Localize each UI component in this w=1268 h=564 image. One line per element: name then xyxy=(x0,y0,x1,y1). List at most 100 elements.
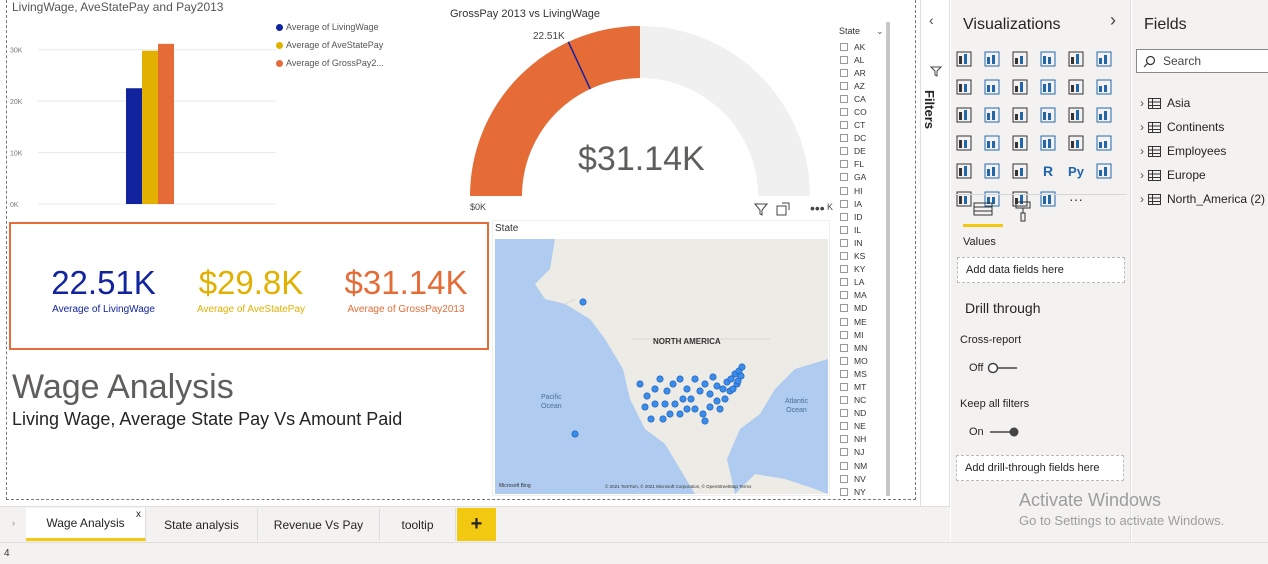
table-icon[interactable] xyxy=(981,160,1003,182)
map-visual[interactable]: State NORTH AMERICA Pacific Ocean Atlanti… xyxy=(492,220,830,496)
map-point[interactable] xyxy=(696,387,704,395)
slicer-item[interactable]: ID xyxy=(840,210,868,223)
tab-scroll-left-icon[interactable]: › xyxy=(12,518,15,528)
map-point[interactable] xyxy=(663,387,671,395)
cross-report-toggle[interactable]: Off xyxy=(969,362,1019,374)
slicer-item[interactable]: DC xyxy=(840,132,868,145)
slicer-item[interactable]: MN xyxy=(840,341,868,354)
slicer-item[interactable]: MA xyxy=(840,289,868,302)
map-point[interactable] xyxy=(571,430,579,438)
checkbox[interactable] xyxy=(840,382,848,391)
checkbox[interactable] xyxy=(840,212,848,221)
bar-chart-visual[interactable]: LivingWage, AveStatePay and Pay2013 30K 2… xyxy=(8,0,408,215)
chevron-right-icon[interactable]: › xyxy=(1140,96,1144,110)
close-icon[interactable]: x xyxy=(136,509,141,520)
slicer-item[interactable]: LA xyxy=(840,276,868,289)
checkbox[interactable] xyxy=(840,94,848,103)
keep-filters-toggle[interactable]: On xyxy=(969,426,1020,438)
map-point[interactable] xyxy=(641,403,649,411)
slicer-item[interactable]: NC xyxy=(840,394,868,407)
bar-3[interactable] xyxy=(158,43,174,205)
map-point[interactable] xyxy=(716,405,724,413)
checkbox[interactable] xyxy=(840,238,848,247)
line-chart-icon[interactable] xyxy=(953,76,975,98)
drill-through-drop-well[interactable]: Add drill-through fields here xyxy=(956,455,1124,481)
checkbox[interactable] xyxy=(840,121,848,130)
checkbox[interactable] xyxy=(840,252,848,261)
map-point[interactable] xyxy=(721,395,729,403)
map-point[interactable] xyxy=(701,417,709,425)
field-table-europe[interactable]: › Europe xyxy=(1140,163,1265,187)
checkbox[interactable] xyxy=(840,448,848,457)
checkbox[interactable] xyxy=(840,422,848,431)
stacked-area-icon[interactable] xyxy=(1009,76,1031,98)
map-point[interactable] xyxy=(651,400,659,408)
more-icon[interactable]: ··· xyxy=(1065,188,1087,210)
map-point[interactable] xyxy=(691,375,699,383)
map-point[interactable] xyxy=(687,395,695,403)
text-box[interactable]: Wage Analysis Living Wage, Average State… xyxy=(12,368,482,448)
checkbox[interactable] xyxy=(840,186,848,195)
map-point[interactable] xyxy=(666,410,674,418)
line-column-icon[interactable] xyxy=(1037,76,1059,98)
donut-icon[interactable] xyxy=(1065,104,1087,126)
funnel-icon[interactable] xyxy=(981,104,1003,126)
map-point[interactable] xyxy=(709,373,717,381)
map-point[interactable] xyxy=(661,400,669,408)
map-point[interactable] xyxy=(647,415,655,423)
checkbox[interactable] xyxy=(840,461,848,470)
clustered-bar-icon[interactable] xyxy=(1009,48,1031,70)
checkbox[interactable] xyxy=(840,160,848,169)
line-clustered-icon[interactable] xyxy=(1065,76,1087,98)
matrix-icon[interactable] xyxy=(1009,160,1031,182)
checkbox[interactable] xyxy=(840,147,848,156)
add-page-button[interactable]: + xyxy=(457,508,496,541)
map-point[interactable] xyxy=(679,395,687,403)
map-point[interactable] xyxy=(683,385,691,393)
slicer-item[interactable]: NE xyxy=(840,420,868,433)
gauge-icon[interactable] xyxy=(1009,132,1031,154)
checkbox[interactable] xyxy=(840,487,848,496)
checkbox[interactable] xyxy=(840,330,848,339)
checkbox[interactable] xyxy=(840,81,848,90)
format-paint-roller-icon[interactable] xyxy=(1011,200,1035,222)
slicer-icon[interactable] xyxy=(953,160,975,182)
checkbox[interactable] xyxy=(840,304,848,313)
card-icon[interactable] xyxy=(1037,132,1059,154)
state-slicer[interactable]: State ⌄ AK AL AR AZ CA CO CT DC DE FL GA HI IA ID IL IN… xyxy=(836,22,892,496)
r-visual-icon[interactable]: R xyxy=(1037,160,1059,182)
map-point[interactable] xyxy=(699,410,707,418)
map-point[interactable] xyxy=(579,298,587,306)
map-point[interactable] xyxy=(713,382,721,390)
more-options-icon[interactable]: ••• xyxy=(810,200,825,216)
map-point[interactable] xyxy=(636,380,644,388)
map-point[interactable] xyxy=(738,363,746,371)
slicer-item[interactable]: IN xyxy=(840,236,868,249)
slicer-item[interactable]: AK xyxy=(840,40,868,53)
map-icon[interactable] xyxy=(953,132,975,154)
map-point[interactable] xyxy=(713,397,721,405)
treemap-icon[interactable] xyxy=(1093,104,1115,126)
values-drop-well[interactable]: Add data fields here xyxy=(957,257,1125,283)
chevron-right-icon[interactable]: › xyxy=(1140,192,1144,206)
map-point[interactable] xyxy=(734,377,742,385)
legend-item[interactable]: Average of AveStatePay xyxy=(276,36,396,54)
slicer-item[interactable]: CT xyxy=(840,119,868,132)
field-table-employees[interactable]: › Employees xyxy=(1140,139,1265,163)
slicer-item[interactable]: NM xyxy=(840,459,868,472)
map-point[interactable] xyxy=(671,400,679,408)
slicer-item[interactable]: CO xyxy=(840,105,868,118)
checkbox[interactable] xyxy=(840,356,848,365)
filled-map-icon[interactable] xyxy=(981,132,1003,154)
map-point[interactable] xyxy=(706,403,714,411)
chevron-right-icon[interactable]: › xyxy=(1140,144,1144,158)
scatter-icon[interactable] xyxy=(1009,104,1031,126)
field-table-continents[interactable]: › Continents xyxy=(1140,115,1265,139)
checkbox[interactable] xyxy=(840,225,848,234)
slicer-item[interactable]: CA xyxy=(840,92,868,105)
area-chart-icon[interactable] xyxy=(981,76,1003,98)
slicer-item[interactable]: MI xyxy=(840,328,868,341)
slicer-item[interactable]: MT xyxy=(840,380,868,393)
slicer-item[interactable]: HI xyxy=(840,184,868,197)
legend-item[interactable]: Average of LivingWage xyxy=(276,18,396,36)
